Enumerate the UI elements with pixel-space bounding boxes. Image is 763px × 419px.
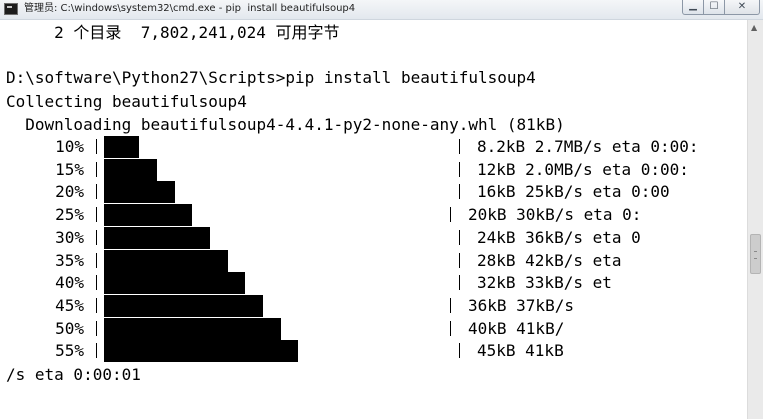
progress-bar-left-edge	[96, 184, 97, 200]
close-button[interactable]: ✕	[724, 0, 760, 15]
progress-percent: 50%	[55, 318, 84, 338]
progress-percent: 30%	[55, 227, 84, 247]
progress-bar-right-edge	[450, 320, 451, 336]
progress-rate-text: 16kB 25kB/s eta 0:00	[477, 182, 670, 202]
progress-bar-right-edge	[459, 161, 460, 177]
progress-bar-right-edge	[459, 343, 460, 359]
progress-bar-left-edge	[96, 343, 97, 359]
progress-row: 10% 8.2kB 2.7MB/s eta 0:00:	[0, 136, 747, 158]
progress-row: 40% 32kB 33kB/s et	[0, 272, 747, 295]
progress-bar-right-edge	[459, 139, 460, 154]
progress-rate-text: 28kB 42kB/s eta	[477, 250, 622, 270]
progress-row: 30% 24kB 36kB/s eta 0	[0, 226, 747, 249]
progress-row: 25% 20kB 30kB/s eta 0:	[0, 204, 747, 227]
progress-bar-fill	[104, 136, 139, 158]
progress-percent: 35%	[55, 250, 84, 270]
progress-bar-left-edge	[96, 275, 97, 291]
progress-row: 35% 28kB 42kB/s eta	[0, 249, 747, 272]
progress-row: 15% 12kB 2.0MB/s eta 0:00:	[0, 158, 747, 181]
progress-bar-fill	[104, 181, 175, 204]
progress-bar-fill	[104, 204, 192, 227]
progress-percent: 40%	[55, 273, 84, 293]
progress-bar-fill	[104, 340, 298, 363]
maximize-button[interactable]: ☐	[703, 0, 725, 15]
progress-bar-right-edge	[459, 229, 460, 245]
cmd-app-icon[interactable]	[4, 3, 18, 15]
progress-rate-text: 36kB 37kB/s	[468, 295, 574, 315]
scroll-up-icon[interactable]: ▲	[751, 23, 757, 33]
progress-rate-text: 20kB 30kB/s eta 0:	[468, 205, 642, 225]
progress-bar-left-edge	[96, 320, 97, 336]
progress-bar-fill	[104, 249, 228, 272]
progress-bar-fill	[104, 272, 245, 295]
progress-percent: 55%	[55, 341, 84, 361]
title-bar[interactable]: 管理员: C:\windows\system32\cmd.exe - pip i…	[0, 0, 763, 20]
progress-bar-left-edge	[96, 229, 97, 245]
progress-bar-left-edge	[96, 252, 97, 268]
progress-bar-right-edge	[459, 252, 460, 268]
progress-bar-left-edge	[96, 161, 97, 177]
progress-percent: 25%	[55, 205, 84, 225]
progress-rate-text: 32kB 33kB/s et	[477, 273, 612, 293]
progress-bar-left-edge	[96, 139, 97, 154]
progress-percent: 45%	[55, 295, 84, 315]
console-line-command: D:\software\Python27\Scripts>pip install…	[6, 68, 536, 87]
progress-bar-left-edge	[96, 207, 97, 223]
progress-percent: 15%	[55, 159, 84, 179]
progress-percent: 20%	[55, 182, 84, 202]
minimize-button[interactable]: ▁	[682, 0, 704, 15]
console-output[interactable]: 2 个目录 7,802,241,024 可用字节 D:\software\Pyt…	[0, 20, 747, 419]
vertical-scrollbar[interactable]: ▲	[747, 20, 763, 419]
progress-rate-text: 24kB 36kB/s eta 0	[477, 227, 641, 247]
progress-rate-text: 40kB 41kB/	[468, 318, 565, 338]
progress-bar-right-edge	[450, 207, 451, 223]
close-icon: ✕	[737, 1, 747, 12]
console-line-trailing: /s eta 0:00:01	[6, 365, 141, 384]
progress-bar-right-edge	[459, 275, 460, 291]
progress-bar-left-edge	[96, 297, 97, 313]
progress-rate-text: 8.2kB 2.7MB/s eta 0:00:	[477, 137, 699, 156]
window-title: 管理员: C:\windows\system32\cmd.exe - pip i…	[24, 3, 356, 14]
progress-percent: 10%	[55, 137, 84, 156]
console-line-collecting: Collecting beautifulsoup4	[6, 92, 247, 111]
progress-row: 50% 40kB 41kB/	[0, 317, 747, 340]
scrollbar-thumb[interactable]	[750, 234, 761, 274]
progress-row: 55% 45kB 41kB	[0, 340, 747, 363]
progress-bar-fill	[104, 226, 210, 249]
progress-bar-right-edge	[450, 297, 451, 313]
progress-bar-fill	[104, 158, 157, 181]
progress-bar-right-edge	[459, 184, 460, 200]
minimize-icon: ▁	[689, 0, 697, 11]
cmd-window: 管理员: C:\windows\system32\cmd.exe - pip i…	[0, 0, 763, 419]
progress-row: 45% 36kB 37kB/s	[0, 294, 747, 317]
progress-bar-fill	[104, 317, 281, 340]
progress-rate-text: 12kB 2.0MB/s eta 0:00:	[477, 159, 689, 179]
progress-rate-text: 45kB 41kB	[477, 341, 564, 361]
progress-row: 20% 16kB 25kB/s eta 0:00	[0, 181, 747, 204]
console-line-downloading: Downloading beautifulsoup4-4.4.1-py2-non…	[6, 115, 565, 134]
console-line-dir-summary: 2 个目录 7,802,241,024 可用字节	[6, 23, 340, 42]
maximize-icon: ☐	[709, 1, 719, 12]
progress-bar-fill	[104, 294, 263, 317]
